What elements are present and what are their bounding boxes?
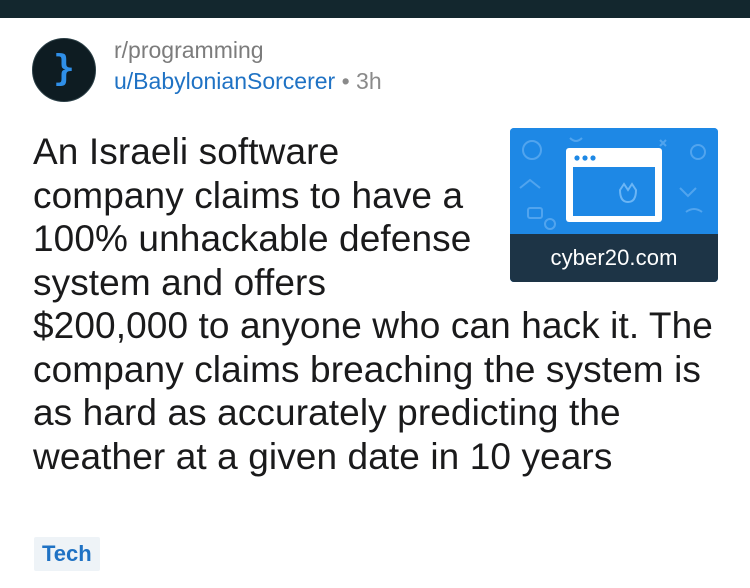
code-brace-icon: } <box>53 47 75 89</box>
top-bar <box>0 0 750 18</box>
post-title-block[interactable]: cyber20.com An Israeli software company … <box>33 128 723 478</box>
post-flair[interactable]: Tech <box>34 537 100 571</box>
author-link[interactable]: u/BabylonianSorcerer <box>114 68 335 94</box>
subreddit-link[interactable]: r/programming <box>114 36 382 64</box>
link-thumbnail[interactable]: cyber20.com <box>510 128 718 282</box>
post-time: 3h <box>356 68 382 94</box>
post-card[interactable]: } r/programming u/BabylonianSorcerer • 3… <box>0 18 750 588</box>
thumbnail-domain: cyber20.com <box>510 234 718 282</box>
meta-separator: • <box>341 68 350 94</box>
author-line: u/BabylonianSorcerer • 3h <box>114 66 382 96</box>
subreddit-avatar[interactable]: } <box>32 38 96 102</box>
post-meta: r/programming u/BabylonianSorcerer • 3h <box>114 36 382 96</box>
